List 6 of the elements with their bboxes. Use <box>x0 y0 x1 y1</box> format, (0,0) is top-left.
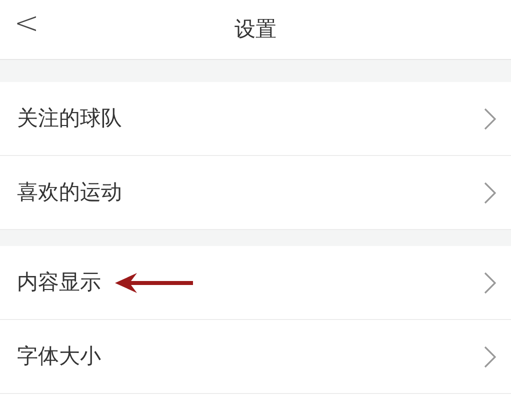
chevron-icon <box>483 180 497 204</box>
back-button[interactable]: < <box>10 6 44 42</box>
chevron-icon <box>483 344 497 368</box>
page-title: 设置 <box>234 16 276 43</box>
chevron-icon <box>483 270 497 294</box>
chevron-icon <box>483 106 497 130</box>
